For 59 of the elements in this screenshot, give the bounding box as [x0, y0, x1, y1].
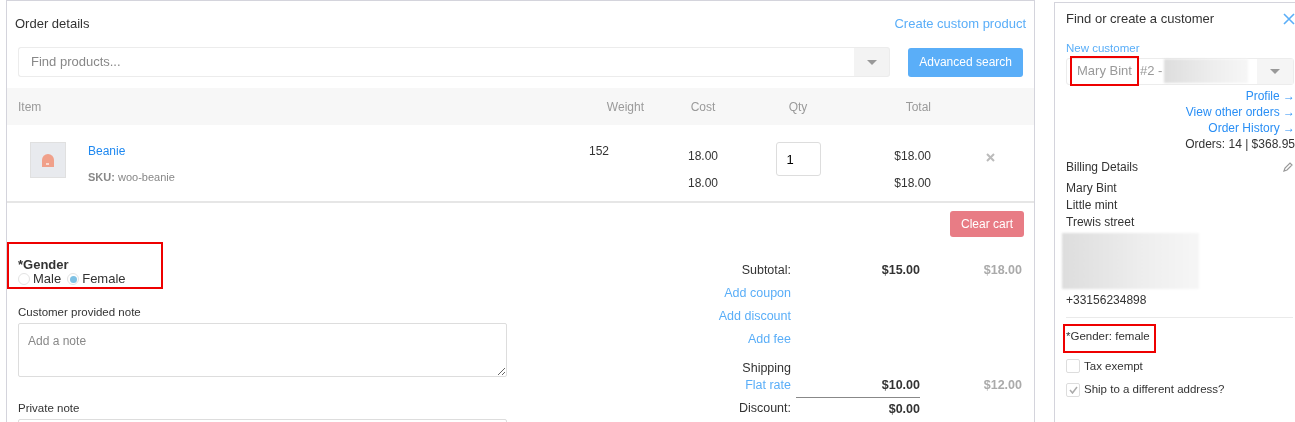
column-header: Weight — [606, 99, 645, 114]
address-line: Trewis street — [1066, 213, 1136, 231]
field-label: Customer provided note — [18, 305, 142, 320]
customer-name: Mary Bint — [1070, 56, 1139, 86]
checkbox-label: Tax exempt — [1084, 358, 1143, 374]
total-amount: $15.00 — [881, 263, 920, 277]
panel-title: Find or create a customer — [1066, 10, 1215, 29]
total-link[interactable]: Add coupon — [724, 286, 791, 300]
radio-label: Female — [82, 272, 126, 286]
caret-icon — [1270, 68, 1280, 74]
total-amount: $0.00 — [888, 402, 920, 416]
quantity-field[interactable]: 1 — [775, 142, 821, 176]
cost-cell-text: 18.00 — [688, 175, 718, 192]
column-header: Item — [18, 99, 42, 114]
checkbox[interactable] — [1066, 359, 1080, 374]
advanced-search-button[interactable]: Advanced search — [908, 47, 1023, 77]
column-header: Cost — [690, 99, 716, 114]
clear-cart-button[interactable]: Clear cart — [950, 211, 1024, 237]
address-line: Mary Bint — [1066, 179, 1118, 197]
total-amount: $10.00 — [881, 378, 920, 392]
field-label: *Gender — [18, 258, 70, 272]
product-name-link[interactable]: Beanie — [88, 142, 175, 160]
customer-link[interactable]: Profile → — [1245, 87, 1295, 104]
hat-thumbnail — [30, 142, 66, 178]
gender-info: *Gender: female — [1063, 323, 1156, 353]
column-header: Total — [905, 99, 931, 114]
panel-title: Order details — [15, 14, 90, 33]
total-link[interactable]: Add discount — [718, 309, 791, 323]
total-label: Discount: — [738, 401, 791, 415]
section-title: Billing Details — [1066, 158, 1139, 176]
phone-number: +33156234898 — [1066, 291, 1148, 309]
section-label: Shipping — [742, 361, 791, 375]
remove-icon[interactable] — [986, 153, 995, 163]
total-cell-text: $18.00 — [894, 175, 931, 192]
original-amount: $12.00 — [983, 378, 1022, 392]
weight-cell: 152 — [589, 144, 610, 158]
radio-label: Male — [33, 272, 62, 286]
create-product-link[interactable]: Create custom product — [894, 13, 1026, 34]
column-header: Qty — [788, 99, 808, 114]
orders-summary: Orders: 14 | $368.95 — [1185, 135, 1295, 152]
total-cell-text: $18.00 — [894, 148, 931, 165]
customer-select-field[interactable]: Mary Bint #2 - — [1066, 57, 1294, 85]
total-link[interactable]: Add fee — [747, 332, 791, 346]
shipping-method-link[interactable]: Flat rate — [745, 378, 791, 392]
customer-id: #2 - — [1139, 62, 1163, 81]
note-field[interactable]: Add a note — [18, 323, 507, 378]
close-icon[interactable] — [1283, 13, 1295, 25]
original-amount: $18.00 — [983, 263, 1022, 277]
checkbox[interactable] — [1066, 382, 1080, 397]
cost-cell-text: 18.00 — [688, 148, 718, 165]
total-label: Subtotal: — [741, 263, 791, 277]
product-sku: SKU: woo-beanie — [88, 170, 175, 185]
pencil-icon[interactable] — [1283, 161, 1293, 172]
address-line: Little mint — [1066, 196, 1119, 214]
checkbox-label: Ship to a different address? — [1084, 382, 1225, 397]
customer-link[interactable]: View other orders → — [1185, 103, 1295, 120]
field-label: Private note — [18, 400, 81, 416]
customer-link[interactable]: Order History → — [1208, 119, 1295, 136]
new-customer-link[interactable]: New customer — [1066, 40, 1140, 58]
